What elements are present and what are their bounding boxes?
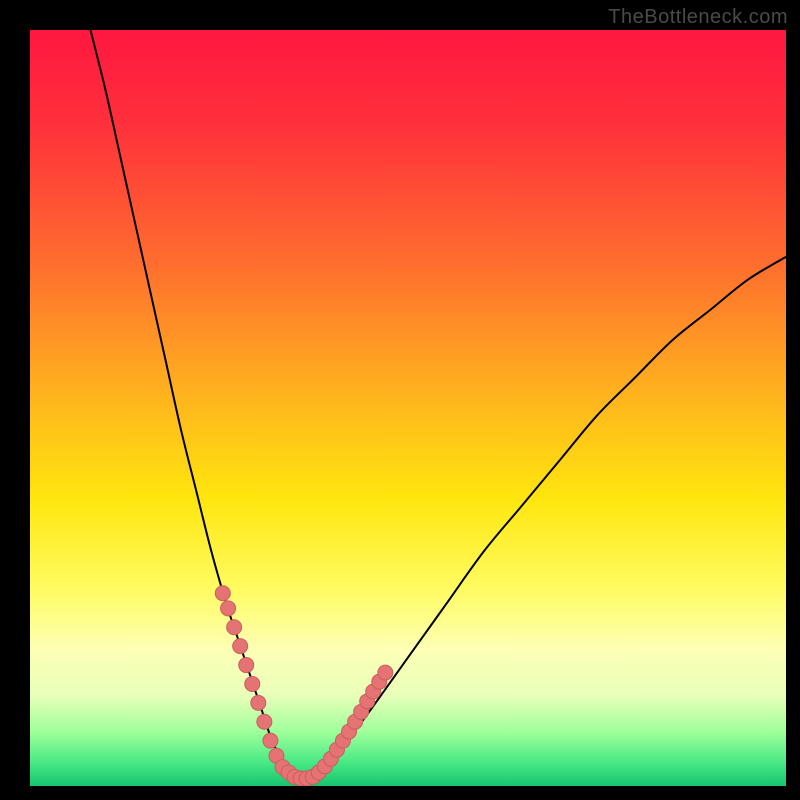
marked-point bbox=[378, 665, 393, 680]
plot-area bbox=[30, 30, 786, 786]
watermark-text: TheBottleneck.com bbox=[608, 6, 788, 29]
gradient-background bbox=[30, 30, 786, 786]
marked-point bbox=[233, 639, 248, 654]
marked-point bbox=[227, 620, 242, 635]
marked-point bbox=[215, 586, 230, 601]
marked-point bbox=[239, 658, 254, 673]
marked-point bbox=[245, 676, 260, 691]
marked-point bbox=[263, 733, 278, 748]
marked-point bbox=[221, 601, 236, 616]
marked-point bbox=[257, 714, 272, 729]
chart-frame: TheBottleneck.com bbox=[0, 0, 800, 800]
chart-svg bbox=[30, 30, 786, 786]
marked-point bbox=[251, 695, 266, 710]
